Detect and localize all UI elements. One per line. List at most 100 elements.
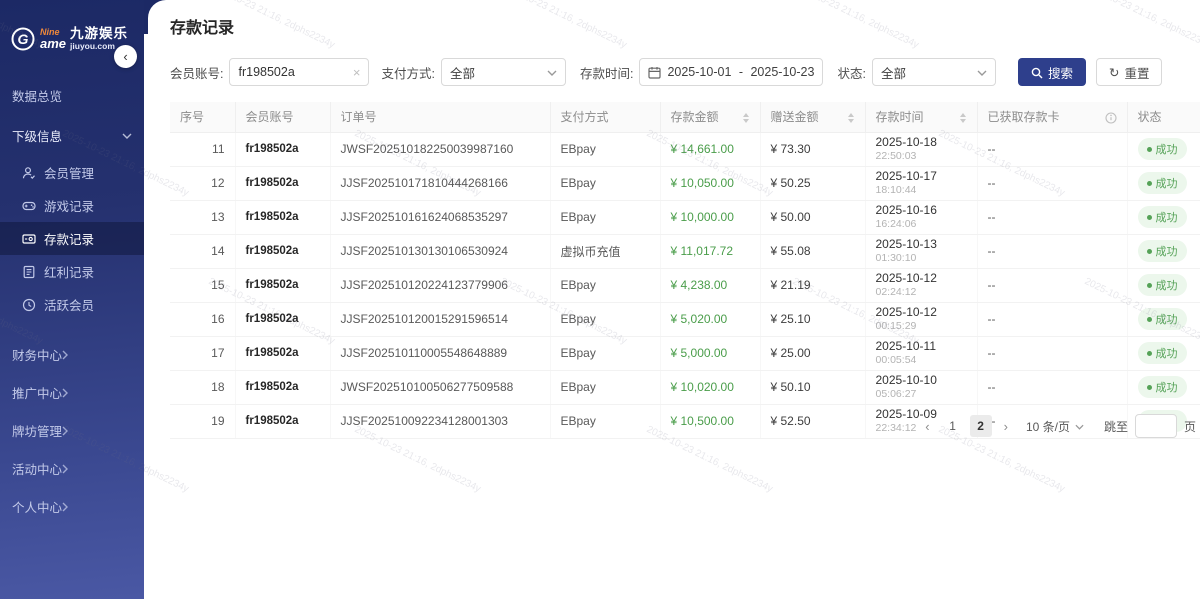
deposit-time-filter-label: 存款时间: <box>580 63 633 82</box>
bank-card-icon <box>22 231 36 246</box>
payment-method-select[interactable]: 全部 <box>441 58 566 86</box>
column-header[interactable]: 存款金额 <box>660 102 760 132</box>
sidebar-item-archway-management[interactable]: 牌坊管理 <box>0 411 144 449</box>
cell-payment-method: 虚拟币充值 <box>550 234 660 268</box>
cell-payment-method: EBpay <box>550 166 660 200</box>
status-badge: 成功 <box>1138 172 1187 194</box>
status-dot-icon <box>1147 249 1152 254</box>
deposit-date: 2025-10-12 <box>876 305 967 320</box>
status-badge: 成功 <box>1138 376 1187 398</box>
sidebar-collapse-button[interactable]: ‹ <box>114 45 137 68</box>
cell-status: 成功 <box>1127 302 1200 336</box>
column-label: 赠送金额 <box>771 108 819 125</box>
cell-index: 18 <box>170 370 235 404</box>
sidebar-item-deposit-records[interactable]: 存款记录 <box>0 222 144 255</box>
sidebar-item-label: 推广中心 <box>12 383 62 402</box>
sidebar-item-overview[interactable]: 数据总览 <box>0 80 144 110</box>
cell-order-number: JWSF202510100506277509588 <box>330 370 550 404</box>
deposit-date: 2025-10-10 <box>876 373 967 388</box>
sidebar-item-label: 存款记录 <box>44 229 94 248</box>
cell-status: 成功 <box>1127 234 1200 268</box>
cell-order-number: JJSF202510161624068535297 <box>330 200 550 234</box>
sidebar: G Nine ame 九游娱乐 jiuyou.com 数据总览 下级信息 会员管… <box>0 0 144 599</box>
status-filter-label: 状态: <box>837 63 865 82</box>
cell-deposit-time: 2025-10-1005:06:27 <box>865 370 977 404</box>
cell-payment-method: EBpay <box>550 132 660 166</box>
page-number-2[interactable]: 2 <box>970 415 992 437</box>
cell-index: 13 <box>170 200 235 234</box>
column-header[interactable]: 存款时间 <box>865 102 977 132</box>
sidebar-item-bonus-records[interactable]: 红利记录 <box>0 255 144 288</box>
cell-deposit-card: -- <box>977 302 1127 336</box>
sidebar-item-game-records[interactable]: 游戏记录 <box>0 189 144 222</box>
column-header[interactable]: 赠送金额 <box>760 102 865 132</box>
previous-page-button[interactable]: ‹ <box>923 419 931 434</box>
deposit-clock: 01:30:10 <box>876 252 967 265</box>
cell-deposit-time: 2025-10-1200:15:29 <box>865 302 977 336</box>
deposit-clock: 02:24:12 <box>876 286 967 299</box>
deposit-date: 2025-10-11 <box>876 339 967 354</box>
account-input[interactable] <box>238 65 348 79</box>
page-size-value: 10 条/页 <box>1026 418 1070 435</box>
sidebar-group-subordinate-info[interactable]: 下级信息 <box>0 120 144 150</box>
cell-bonus-amount: ¥ 50.00 <box>760 200 865 234</box>
sidebar-item-label: 活跃会员 <box>44 295 94 314</box>
sidebar-bottom-groups: 财务中心 推广中心 牌坊管理 活动中心 个人中心 <box>0 335 144 525</box>
cell-payment-method: EBpay <box>550 370 660 404</box>
chevron-right-icon <box>62 461 68 475</box>
deposit-date: 2025-10-18 <box>876 135 967 150</box>
page-number-1[interactable]: 1 <box>942 415 964 437</box>
column-label: 已获取存款卡 <box>988 108 1060 125</box>
status-dot-icon <box>1147 283 1152 288</box>
status-badge: 成功 <box>1138 342 1187 364</box>
reset-button[interactable]: ↻ 重置 <box>1096 58 1163 86</box>
deposit-time-range-picker[interactable]: 2025-10-01 - 2025-10-23 <box>639 58 823 86</box>
clear-icon[interactable]: × <box>349 65 361 80</box>
page-size-select[interactable]: 10 条/页 <box>1026 418 1084 435</box>
cell-deposit-amount: ¥ 10,020.00 <box>660 370 760 404</box>
payment-select-value: 全部 <box>450 63 475 82</box>
info-icon[interactable] <box>1105 110 1117 124</box>
sidebar-item-active-members[interactable]: 活跃会员 <box>0 288 144 321</box>
cell-deposit-card: -- <box>977 234 1127 268</box>
logo-ame-label: ame <box>40 37 66 50</box>
sidebar-item-finance-center[interactable]: 财务中心 <box>0 335 144 373</box>
deposit-date: 2025-10-17 <box>876 169 967 184</box>
status-dot-icon <box>1147 147 1152 152</box>
status-dot-icon <box>1147 351 1152 356</box>
sort-icon[interactable] <box>742 110 750 124</box>
status-text: 成功 <box>1156 379 1178 395</box>
chevron-right-icon <box>62 385 68 399</box>
brand-name: 九游娱乐 <box>70 26 128 42</box>
status-badge: 成功 <box>1138 274 1187 296</box>
status-select[interactable]: 全部 <box>872 58 996 86</box>
table-row: 11fr198502aJWSF202510182250039987160EBpa… <box>170 132 1200 166</box>
status-text: 成功 <box>1156 311 1178 327</box>
cell-status: 成功 <box>1127 200 1200 234</box>
cell-deposit-amount: ¥ 10,500.00 <box>660 404 760 438</box>
sort-icon[interactable] <box>847 110 855 124</box>
search-button[interactable]: 搜索 <box>1018 58 1086 86</box>
cell-deposit-time: 2025-10-1100:05:54 <box>865 336 977 370</box>
column-header: 会员账号 <box>235 102 330 132</box>
status-text: 成功 <box>1156 175 1178 191</box>
sidebar-item-label: 数据总览 <box>12 86 62 105</box>
sidebar-item-member-management[interactable]: 会员管理 <box>0 156 144 189</box>
table-header-row: 序号会员账号订单号支付方式存款金额赠送金额存款时间已获取存款卡状态 <box>170 102 1200 132</box>
cell-deposit-time: 2025-10-1616:24:06 <box>865 200 977 234</box>
next-page-button[interactable]: › <box>1002 419 1010 434</box>
cell-order-number: JJSF202510092234128001303 <box>330 404 550 438</box>
sort-icon[interactable] <box>959 110 967 124</box>
cell-order-number: JWSF202510182250039987160 <box>330 132 550 166</box>
sidebar-item-activity-center[interactable]: 活动中心 <box>0 449 144 487</box>
column-label: 存款时间 <box>876 108 924 125</box>
sidebar-item-promotion-center[interactable]: 推广中心 <box>0 373 144 411</box>
cell-order-number: JJSF202510120015291596514 <box>330 302 550 336</box>
column-header: 序号 <box>170 102 235 132</box>
jump-page-input[interactable] <box>1135 414 1177 438</box>
sidebar-item-label: 牌坊管理 <box>12 421 62 440</box>
sidebar-group-label: 下级信息 <box>12 126 62 145</box>
sidebar-item-personal-center[interactable]: 个人中心 <box>0 487 144 525</box>
cell-deposit-card: -- <box>977 268 1127 302</box>
cell-bonus-amount: ¥ 21.19 <box>760 268 865 302</box>
